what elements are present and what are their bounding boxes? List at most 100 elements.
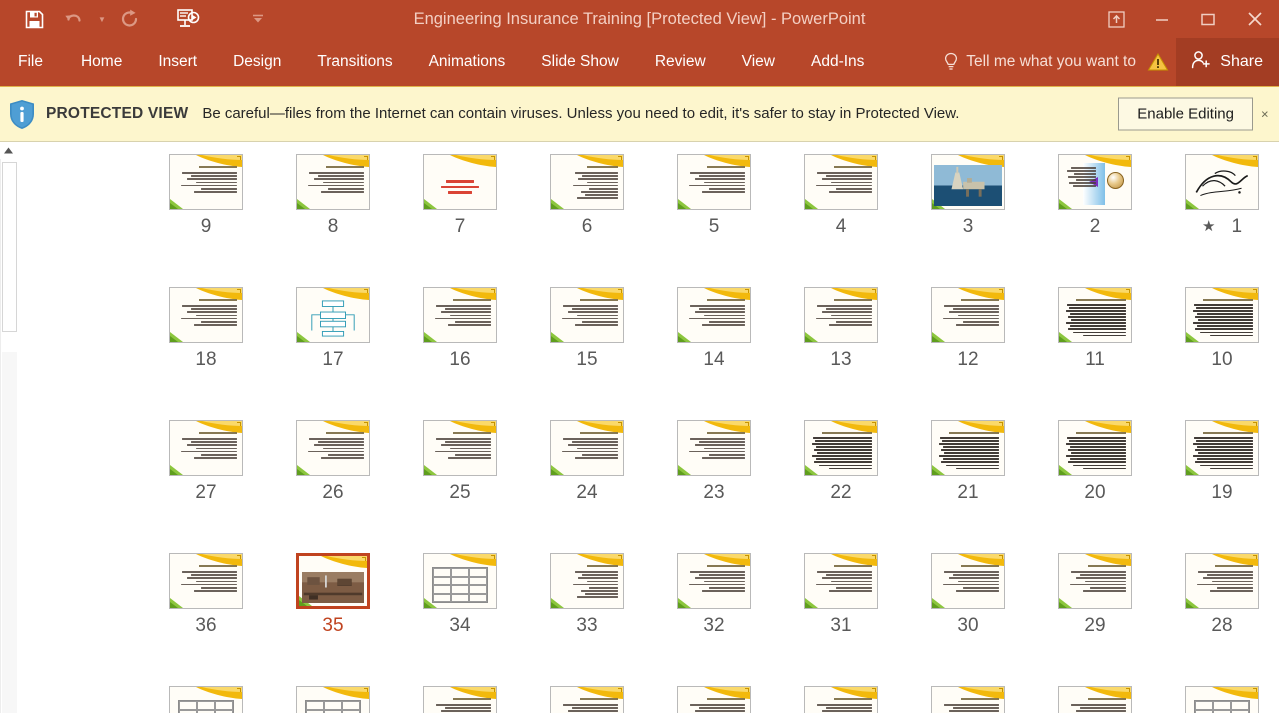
slide-thumbnail-28[interactable]: 28 [1157,553,1279,635]
slide-thumbnail-17[interactable]: 17 [268,287,398,369]
slide-preview-13[interactable] [804,287,878,343]
tab-transitions[interactable]: Transitions [299,38,410,86]
slide-preview-10[interactable] [1185,287,1259,343]
slide-preview-31[interactable] [804,553,878,609]
animation-star-icon[interactable]: ★ [1202,219,1215,234]
slide-grid[interactable]: 9 8 7 6 5 4 3 2 ★ 1 18 17 16 15 14 13 12 11 10 27 26 25 24 23 22… [17,142,1279,713]
slide-preview-37[interactable] [1185,686,1259,713]
protected-view-close-icon[interactable]: × [1261,107,1279,122]
slide-preview-5[interactable] [677,154,751,210]
slide-thumbnail-32[interactable]: 32 [649,553,779,635]
minimize-icon[interactable] [1139,0,1185,38]
slide-preview-45[interactable] [169,686,243,713]
slide-thumbnail-27[interactable]: 27 [141,420,271,502]
slide-thumbnail-35[interactable]: 35 [268,552,398,635]
slide-thumbnail-11[interactable]: 11 [1030,287,1160,369]
slide-preview-3[interactable] [931,154,1005,210]
slide-thumbnail-6[interactable]: 6 [522,154,652,236]
slide-preview-38[interactable] [1058,686,1132,713]
tab-design[interactable]: Design [215,38,299,86]
slide-thumbnail-39[interactable]: 39 [903,686,1033,713]
slide-thumbnail-1[interactable]: ★ 1 [1157,154,1279,236]
tab-home[interactable]: Home [63,38,140,86]
customize-qat-caret[interactable] [238,4,278,34]
slide-thumbnail-31[interactable]: 31 [776,553,906,635]
slide-preview-30[interactable] [931,553,1005,609]
slide-thumbnail-5[interactable]: 5 [649,154,779,236]
tab-view[interactable]: View [724,38,793,86]
slide-preview-43[interactable] [423,686,497,713]
slide-thumbnail-9[interactable]: 9 [141,154,271,236]
slide-preview-44[interactable] [296,686,370,713]
slide-thumbnail-18[interactable]: 18 [141,287,271,369]
slide-thumbnail-25[interactable]: 25 [395,420,525,502]
slide-thumbnail-13[interactable]: 13 [776,287,906,369]
slide-preview-33[interactable] [550,553,624,609]
slide-preview-32[interactable] [677,553,751,609]
slide-preview-1[interactable] [1185,154,1259,210]
scrollbar-lower-track[interactable] [2,352,17,713]
slide-thumbnail-4[interactable]: 4 [776,154,906,236]
slide-preview-22[interactable] [804,420,878,476]
slide-thumbnail-16[interactable]: 16 [395,287,525,369]
slide-preview-8[interactable] [296,154,370,210]
slide-thumbnail-42[interactable]: 42 [522,686,652,713]
slide-thumbnail-33[interactable]: 33 [522,553,652,635]
slide-preview-4[interactable] [804,154,878,210]
slide-preview-28[interactable] [1185,553,1259,609]
slide-thumbnail-23[interactable]: 23 [649,420,779,502]
slide-preview-41[interactable] [677,686,751,713]
slide-preview-25[interactable] [423,420,497,476]
slide-thumbnail-26[interactable]: 26 [268,420,398,502]
slide-thumbnail-38[interactable]: 38 [1030,686,1160,713]
slide-thumbnail-44[interactable]: 44 [268,686,398,713]
undo-icon[interactable] [54,4,94,34]
slide-thumbnail-37[interactable]: 37 [1157,686,1279,713]
slide-preview-34[interactable] [423,553,497,609]
slide-thumbnail-7[interactable]: 7 [395,154,525,236]
save-icon[interactable] [14,4,54,34]
ribbon-display-options-icon[interactable] [1093,0,1139,38]
slide-preview-12[interactable] [931,287,1005,343]
tell-me-search[interactable]: Tell me what you want to [943,38,1169,86]
slide-preview-16[interactable] [423,287,497,343]
slide-preview-6[interactable] [550,154,624,210]
slide-thumbnail-12[interactable]: 12 [903,287,1033,369]
start-slideshow-icon[interactable] [168,4,208,34]
slide-thumbnail-14[interactable]: 14 [649,287,779,369]
slide-preview-21[interactable] [931,420,1005,476]
tab-file[interactable]: File [0,38,63,86]
share-button[interactable]: Share [1176,38,1279,86]
slide-thumbnail-43[interactable]: 43 [395,686,525,713]
slide-preview-17[interactable] [296,287,370,343]
restore-icon[interactable] [1185,0,1231,38]
slide-preview-9[interactable] [169,154,243,210]
slide-preview-15[interactable] [550,287,624,343]
slide-preview-7[interactable] [423,154,497,210]
slide-preview-29[interactable] [1058,553,1132,609]
slide-thumbnail-36[interactable]: 36 [141,553,271,635]
slide-thumbnail-8[interactable]: 8 [268,154,398,236]
tab-slide-show[interactable]: Slide Show [523,38,637,86]
tab-add-ins[interactable]: Add-Ins [793,38,882,86]
enable-editing-button[interactable]: Enable Editing [1118,97,1253,131]
scroll-up-arrow-icon[interactable] [0,142,17,159]
slide-preview-2[interactable] [1058,154,1132,210]
slide-preview-20[interactable] [1058,420,1132,476]
close-icon[interactable] [1231,0,1279,38]
slide-thumbnail-45[interactable]: 45 [141,686,271,713]
slide-preview-27[interactable] [169,420,243,476]
slide-thumbnail-22[interactable]: 22 [776,420,906,502]
slide-preview-35[interactable] [295,552,371,610]
slide-thumbnail-19[interactable]: 19 [1157,420,1279,502]
slide-preview-11[interactable] [1058,287,1132,343]
redo-icon[interactable] [110,4,150,34]
slide-preview-24[interactable] [550,420,624,476]
slide-thumbnail-30[interactable]: 30 [903,553,1033,635]
slide-thumbnail-41[interactable]: 41 [649,686,779,713]
slide-thumbnail-10[interactable]: 10 [1157,287,1279,369]
slide-preview-26[interactable] [296,420,370,476]
slide-thumbnail-24[interactable]: 24 [522,420,652,502]
slide-preview-18[interactable] [169,287,243,343]
slide-thumbnail-2[interactable]: 2 [1030,154,1160,236]
